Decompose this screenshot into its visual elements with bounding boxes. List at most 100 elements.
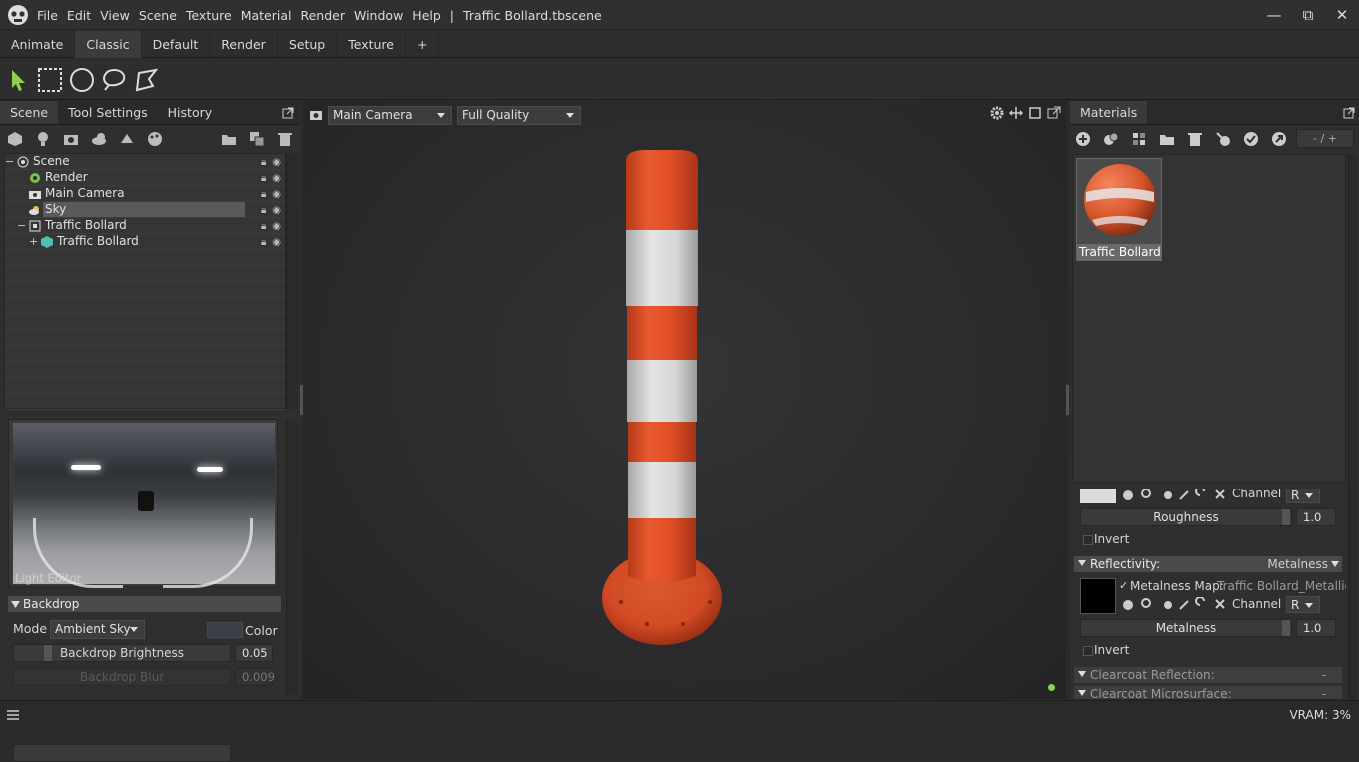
menu-material[interactable]: Material — [241, 8, 292, 23]
expander-icon[interactable]: − — [5, 154, 14, 169]
lock-icon[interactable]: 🔒︎ — [261, 235, 266, 250]
backdrop-brightness-slider[interactable] — [13, 744, 231, 762]
menu-render[interactable]: Render — [300, 8, 345, 23]
tab-classic[interactable]: Classic — [75, 31, 142, 58]
tree-item[interactable]: − Traffic Bollard 🔒︎ ◉ — [5, 218, 285, 234]
metalness-invert-checkbox[interactable] — [1083, 646, 1093, 656]
tab-materials[interactable]: Materials — [1070, 101, 1148, 124]
light-editor[interactable]: Light Editor — [8, 419, 278, 588]
tab-texture[interactable]: Texture — [337, 31, 406, 58]
menu-file[interactable]: File — [37, 8, 58, 23]
metalness-map-thumbnail[interactable] — [1080, 578, 1116, 614]
add-camera-icon[interactable] — [63, 131, 79, 147]
tree-item[interactable]: Main Camera 🔒︎ ◉ — [5, 186, 285, 202]
lock-icon[interactable]: 🔒︎ — [261, 203, 266, 218]
slider-handle[interactable] — [1282, 509, 1290, 525]
roughness-slider[interactable]: Roughness — [1080, 508, 1292, 526]
tab-animate[interactable]: Animate — [0, 31, 76, 58]
tree-item[interactable]: − Scene 🔒︎ ◉ — [5, 154, 285, 170]
roughness-map-thumbnail[interactable] — [1080, 489, 1116, 503]
eye-icon[interactable]: ◉ — [272, 219, 281, 234]
eye-icon[interactable]: ◉ — [272, 203, 281, 218]
duplicate-icon[interactable] — [249, 131, 265, 147]
frame-object-icon[interactable] — [1009, 106, 1023, 120]
mode-dropdown[interactable]: Ambient Sky — [50, 620, 145, 639]
eye-icon[interactable]: ◉ — [272, 155, 281, 170]
menu-edit[interactable]: Edit — [67, 8, 91, 23]
delete-icon[interactable] — [1187, 131, 1203, 147]
export-material-icon[interactable] — [1271, 131, 1287, 147]
backdrop-section-header[interactable]: Backdrop — [8, 596, 281, 612]
material-thumbnail[interactable]: Traffic Bollard — [1076, 158, 1162, 261]
checker-icon[interactable] — [1131, 131, 1147, 147]
assign-material-icon[interactable] — [1215, 131, 1231, 147]
clearcoat-reflection-header[interactable]: Clearcoat Reflection: - — [1074, 667, 1342, 683]
eye-icon[interactable]: ◉ — [272, 187, 281, 202]
add-mesh-icon[interactable] — [7, 131, 23, 147]
eye-icon[interactable]: ◉ — [272, 235, 281, 250]
metalness-slider[interactable]: Metalness — [1080, 619, 1292, 637]
console-icon[interactable] — [6, 709, 20, 721]
app-logo-icon[interactable] — [6, 4, 30, 26]
delete-icon[interactable] — [277, 131, 293, 147]
scene-tree-scrollbar[interactable] — [286, 153, 298, 409]
tab-render[interactable]: Render — [210, 31, 278, 58]
lock-icon[interactable]: 🔒︎ — [261, 187, 266, 202]
slider-handle[interactable] — [1282, 620, 1290, 636]
tab-tool-settings[interactable]: Tool Settings — [58, 101, 158, 124]
add-sky-icon[interactable] — [91, 131, 107, 147]
menu-scene[interactable]: Scene — [139, 8, 177, 23]
quality-dropdown[interactable]: Full Quality — [457, 106, 581, 125]
menu-help[interactable]: Help — [412, 8, 441, 23]
menu-window[interactable]: Window — [354, 8, 403, 23]
camera-dropdown[interactable]: Main Camera — [328, 106, 452, 125]
lock-icon[interactable]: 🔒︎ — [261, 219, 266, 234]
slider-handle[interactable] — [44, 645, 52, 661]
tree-item[interactable]: Sky 🔒︎ ◉ — [5, 202, 285, 218]
add-shadow-catcher-icon[interactable] — [119, 131, 135, 147]
properties-scrollbar[interactable] — [286, 419, 298, 695]
add-material-icon[interactable] — [147, 131, 163, 147]
tab-default[interactable]: Default — [142, 31, 211, 58]
traffic-bollard-model[interactable] — [593, 146, 733, 651]
left-splitter-handle[interactable] — [300, 385, 303, 415]
select-arrow-icon[interactable] — [6, 67, 32, 93]
backdrop-brightness-value[interactable]: 0.05 — [235, 644, 273, 662]
reflectivity-mode-value[interactable]: Metalness — [1267, 556, 1328, 572]
tab-scene[interactable]: Scene — [0, 101, 59, 124]
close-button[interactable]: ✕ — [1325, 0, 1359, 30]
checkmark-icon[interactable]: ✓ — [1119, 579, 1128, 592]
expander-icon[interactable]: + — [29, 234, 38, 249]
add-tab-button[interactable]: + — [406, 31, 440, 58]
lasso-select-icon[interactable] — [101, 67, 127, 93]
ellipse-select-icon[interactable] — [69, 67, 95, 93]
tab-setup[interactable]: Setup — [278, 31, 338, 58]
roughness-value[interactable]: 1.0 — [1296, 508, 1336, 526]
reflectivity-section-header[interactable]: Reflectivity: Metalness — [1074, 556, 1342, 572]
add-light-icon[interactable] — [35, 131, 51, 147]
select-by-material-icon[interactable] — [1243, 131, 1259, 147]
viewport[interactable]: Main Camera Full Quality — [303, 101, 1066, 699]
material-pager[interactable]: - / + — [1296, 129, 1354, 148]
tree-item[interactable]: + Traffic Bollard 🔒︎ ◉ — [5, 234, 285, 250]
menu-texture[interactable]: Texture — [186, 8, 232, 23]
right-splitter-handle[interactable] — [1066, 385, 1069, 415]
add-material-icon[interactable] — [1075, 131, 1091, 147]
new-folder-icon[interactable] — [221, 131, 237, 147]
gear-icon[interactable] — [990, 106, 1004, 120]
tree-item[interactable]: Render 🔒︎ ◉ — [5, 170, 285, 186]
backdrop-color-swatch[interactable] — [207, 622, 243, 638]
lock-icon[interactable]: 🔒︎ — [261, 171, 266, 186]
minimize-button[interactable]: — — [1257, 0, 1291, 30]
maximize-button[interactable]: ⧉ — [1291, 0, 1325, 30]
roughness-invert-checkbox[interactable] — [1083, 535, 1093, 545]
camera-icon[interactable] — [309, 108, 323, 122]
popout-icon[interactable] — [282, 107, 294, 119]
expander-icon[interactable]: − — [17, 218, 26, 233]
polygon-select-icon[interactable] — [133, 67, 159, 93]
materials-scrollbar[interactable] — [1348, 154, 1357, 699]
maximize-viewport-icon[interactable] — [1028, 106, 1042, 120]
clearcoat-microsurface-header[interactable]: Clearcoat Microsurface: - — [1074, 686, 1342, 699]
folder-icon[interactable] — [1159, 131, 1175, 147]
eye-icon[interactable]: ◉ — [272, 171, 281, 186]
